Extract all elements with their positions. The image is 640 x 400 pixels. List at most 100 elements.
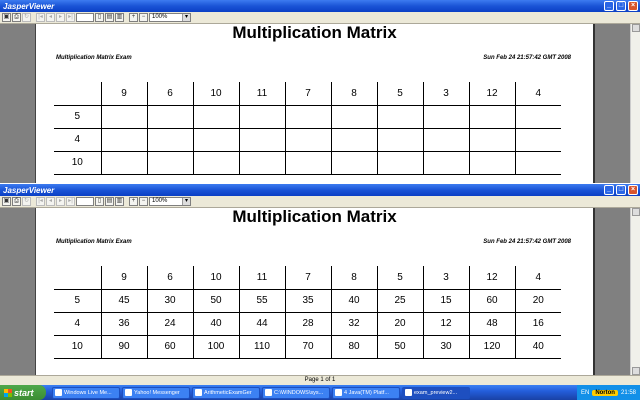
first-page-icon[interactable]: |◂ xyxy=(36,197,45,206)
print-icon[interactable]: ⎙ xyxy=(12,13,21,22)
report-page: Multiplication Matrix Multiplication Mat… xyxy=(35,24,595,183)
matrix-cell xyxy=(331,151,378,175)
chevron-down-icon[interactable]: ▾ xyxy=(182,14,190,21)
title-bar[interactable]: JasperViewer _ □ × xyxy=(0,184,640,196)
zoom-in-icon[interactable]: + xyxy=(129,13,138,22)
column-header: 9 xyxy=(101,82,148,106)
app-icon xyxy=(125,389,132,396)
column-header: 4 xyxy=(515,266,561,290)
matrix-cell xyxy=(147,105,194,129)
next-page-icon[interactable]: ▸ xyxy=(56,13,65,22)
language-indicator[interactable]: EN xyxy=(581,390,589,396)
fit-width-icon[interactable]: ▥ xyxy=(115,197,124,206)
reload-icon[interactable]: ↻ xyxy=(22,197,31,206)
page-number-input[interactable] xyxy=(76,197,94,206)
close-button[interactable]: × xyxy=(628,185,638,195)
matrix-cell: 12 xyxy=(423,312,470,336)
matrix-cell xyxy=(377,105,424,129)
taskbar-item[interactable]: 4 Java(TM) Platf... xyxy=(332,386,400,399)
zoom-select[interactable]: 100% ▾ xyxy=(149,13,191,22)
zoom-in-icon[interactable]: + xyxy=(129,197,138,206)
zoom-value: 100% xyxy=(152,14,168,20)
app-icon xyxy=(55,389,62,396)
zoom-out-icon[interactable]: − xyxy=(139,13,148,22)
report-date: Sun Feb 24 21:57:42 GMT 2008 xyxy=(483,55,571,61)
minimize-button[interactable]: _ xyxy=(604,1,614,11)
matrix-cell: 30 xyxy=(147,289,194,313)
reload-icon[interactable]: ↻ xyxy=(22,13,31,22)
vertical-scrollbar[interactable] xyxy=(630,208,640,375)
actual-size-icon[interactable]: ▯ xyxy=(95,197,104,206)
start-button[interactable]: start xyxy=(0,385,46,400)
vertical-scrollbar[interactable] xyxy=(630,24,640,183)
matrix-cell: 40 xyxy=(515,335,561,359)
matrix-cell: 70 xyxy=(285,335,332,359)
taskbar-item[interactable]: ArithmeticExamGer xyxy=(192,386,260,399)
row-header: 4 xyxy=(54,128,102,152)
matrix-cell xyxy=(331,105,378,129)
report-subtitle: Multiplication Matrix Exam xyxy=(56,55,132,61)
last-page-icon[interactable]: ▸| xyxy=(66,13,75,22)
taskbar-item[interactable]: Yahoo! Messenger xyxy=(122,386,190,399)
previous-page-icon[interactable]: ◂ xyxy=(46,197,55,206)
table-row: 4 xyxy=(54,128,561,152)
scroll-up-icon[interactable] xyxy=(632,208,640,216)
matrix-cell xyxy=(101,151,148,175)
taskbar-item-label: 4 Java(TM) Platf... xyxy=(344,389,389,396)
matrix-cell: 100 xyxy=(193,335,240,359)
zoom-select[interactable]: 100% ▾ xyxy=(149,197,191,206)
last-page-icon[interactable]: ▸| xyxy=(66,197,75,206)
fit-page-icon[interactable]: ▤ xyxy=(105,13,114,22)
clock[interactable]: 21:58 xyxy=(621,390,636,396)
jasper-viewer-window-2: JasperViewer _ □ × ▣ ⎙ ↻ |◂ ◂ ▸ ▸| ▯ ▤ ▥… xyxy=(0,184,640,385)
zoom-out-icon[interactable]: − xyxy=(139,197,148,206)
row-header: 4 xyxy=(54,312,102,336)
first-page-icon[interactable]: |◂ xyxy=(36,13,45,22)
print-icon[interactable]: ⎙ xyxy=(12,197,21,206)
fit-page-icon[interactable]: ▤ xyxy=(105,197,114,206)
maximize-button[interactable]: □ xyxy=(616,185,626,195)
report-date: Sun Feb 24 21:57:42 GMT 2008 xyxy=(483,239,571,245)
column-header: 11 xyxy=(239,266,286,290)
matrix-cell xyxy=(239,151,286,175)
column-header: 4 xyxy=(515,82,561,106)
taskbar-item[interactable]: C:\WINDOWS\sys... xyxy=(262,386,330,399)
save-icon[interactable]: ▣ xyxy=(2,197,11,206)
matrix-cell xyxy=(147,128,194,152)
matrix-cell: 120 xyxy=(469,335,516,359)
title-bar[interactable]: JasperViewer _ □ × xyxy=(0,0,640,12)
report-viewport[interactable]: Multiplication Matrix Multiplication Mat… xyxy=(0,24,640,183)
app-icon xyxy=(335,389,342,396)
actual-size-icon[interactable]: ▯ xyxy=(95,13,104,22)
previous-page-icon[interactable]: ◂ xyxy=(46,13,55,22)
matrix-cell: 44 xyxy=(239,312,286,336)
report-viewport[interactable]: Multiplication Matrix Multiplication Mat… xyxy=(0,208,640,375)
fit-width-icon[interactable]: ▥ xyxy=(115,13,124,22)
next-page-icon[interactable]: ▸ xyxy=(56,197,65,206)
taskbar-item[interactable]: Windows Live Me... xyxy=(52,386,120,399)
matrix-cell: 20 xyxy=(377,312,424,336)
report-subtitle: Multiplication Matrix Exam xyxy=(56,239,132,245)
chevron-down-icon[interactable]: ▾ xyxy=(182,198,190,205)
scroll-down-icon[interactable] xyxy=(632,367,640,375)
header-row: 9 6 10 11 7 8 5 3 12 4 xyxy=(54,266,561,290)
taskbar-item[interactable]: exam_preview2... xyxy=(402,386,470,399)
matrix-cell xyxy=(285,105,332,129)
maximize-button[interactable]: □ xyxy=(616,1,626,11)
app-icon xyxy=(195,389,202,396)
matrix-cell: 16 xyxy=(515,312,561,336)
row-header: 10 xyxy=(54,335,102,359)
header-row: 9 6 10 11 7 8 5 3 12 4 xyxy=(54,82,561,106)
matrix-cell xyxy=(423,151,470,175)
minimize-button[interactable]: _ xyxy=(604,185,614,195)
table-row: 5 45 30 50 55 35 40 25 15 60 20 xyxy=(54,289,561,313)
save-icon[interactable]: ▣ xyxy=(2,13,11,22)
column-header: 6 xyxy=(147,266,194,290)
column-header: 5 xyxy=(377,266,424,290)
matrix-cell: 24 xyxy=(147,312,194,336)
scroll-up-icon[interactable] xyxy=(632,24,640,32)
norton-button[interactable]: Norton xyxy=(592,389,618,396)
close-button[interactable]: × xyxy=(628,1,638,11)
page-number-input[interactable] xyxy=(76,13,94,22)
matrix-cell xyxy=(147,151,194,175)
